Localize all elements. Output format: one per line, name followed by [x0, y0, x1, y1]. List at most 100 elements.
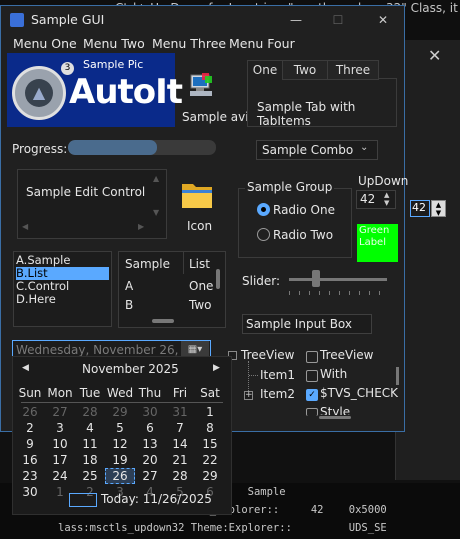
column-header[interactable]: Sample — [125, 257, 170, 271]
tree-check-item[interactable]: $TVS_CHECK — [320, 386, 398, 400]
calendar-day[interactable]: 22 — [195, 452, 225, 468]
calendar-day[interactable]: 28 — [75, 404, 105, 420]
slider-thumb[interactable] — [312, 270, 320, 287]
previous-month-icon[interactable]: ◀ — [22, 363, 29, 373]
sample-listview[interactable]: Sample List A One B Two — [118, 251, 226, 328]
tree-checkbox-checked[interactable]: ✓ — [306, 389, 318, 401]
sample-list[interactable]: A.Sample B.List C.Control D.Here — [13, 251, 112, 327]
day-of-week: Wed — [106, 386, 134, 400]
radio-one-dot — [261, 207, 266, 212]
calendar-popup: ◀ November 2025 ▶ Sun Mon Tue Wed Thu Fr… — [12, 356, 232, 515]
calendar-day[interactable]: 9 — [15, 436, 45, 452]
calendar-day[interactable]: 20 — [135, 452, 165, 468]
calendar-day[interactable]: 27 — [135, 468, 165, 484]
calendar-day[interactable]: 26 — [15, 404, 45, 420]
day-of-week: Tue — [79, 386, 101, 400]
tree-check-item[interactable]: With — [320, 367, 347, 381]
sample-input-box[interactable]: Sample Input Box — [242, 314, 372, 334]
calendar-day[interactable]: 7 — [165, 420, 195, 436]
tree-root[interactable]: TreeView — [241, 348, 294, 362]
scroll-left-icon[interactable]: ◀ — [22, 222, 28, 231]
listview-cell[interactable]: B — [125, 298, 133, 312]
tree-check-item[interactable]: Style — [320, 405, 350, 415]
tree-check-item[interactable]: TreeView — [320, 348, 373, 362]
sample-combo[interactable]: Sample Combo ⌄ — [256, 140, 378, 160]
radio-one-label[interactable]: Radio One — [273, 203, 335, 217]
calendar-day[interactable]: 27 — [45, 404, 75, 420]
calendar-day[interactable]: 17 — [45, 452, 75, 468]
calendar-day[interactable]: 6 — [135, 420, 165, 436]
menu-one[interactable]: Menu One — [13, 36, 77, 51]
calendar-day[interactable]: 1 — [195, 404, 225, 420]
tab-three[interactable]: Three — [327, 60, 379, 80]
calendar-day[interactable]: 12 — [105, 436, 135, 452]
listview-cell[interactable]: A — [125, 279, 133, 293]
listview-cell[interactable]: One — [189, 279, 213, 293]
calendar-day[interactable]: 8 — [195, 420, 225, 436]
calendar-day[interactable]: 3 — [45, 420, 75, 436]
tree-item[interactable]: Item1 — [260, 368, 295, 382]
next-month-icon[interactable]: ▶ — [213, 363, 220, 373]
vertical-scrollbar[interactable] — [396, 367, 399, 385]
background-close-icon[interactable]: ✕ — [428, 46, 441, 65]
listview-cell[interactable]: Two — [189, 298, 212, 312]
menu-four[interactable]: Menu Four — [229, 36, 295, 51]
calendar-day[interactable]: 23 — [15, 468, 45, 484]
calendar-day[interactable]: 13 — [135, 436, 165, 452]
title-bar[interactable]: Sample GUI — ☐ ✕ — [1, 6, 404, 34]
calendar-month-title[interactable]: November 2025 — [82, 362, 179, 376]
progress-label: Progress: — [12, 142, 68, 156]
background-stepper-arrows[interactable]: ▲ ▼ — [431, 200, 446, 217]
calendar-day[interactable]: 16 — [15, 452, 45, 468]
calendar-day[interactable]: 31 — [165, 404, 195, 420]
tree-checkbox[interactable] — [306, 370, 318, 382]
chevron-down-icon[interactable]: ⌄ — [360, 142, 368, 153]
horizontal-scrollbar[interactable] — [319, 416, 351, 419]
updown-arrows[interactable]: ▲ ▼ — [384, 191, 389, 207]
updown-input[interactable]: 42 ▲ ▼ — [356, 190, 396, 209]
menu-three[interactable]: Menu Three — [152, 36, 226, 51]
calendar-day[interactable]: 2 — [15, 420, 45, 436]
tree-item[interactable]: Item2 — [260, 387, 295, 401]
sample-group — [238, 188, 352, 258]
calendar-day[interactable]: 18 — [75, 452, 105, 468]
calendar-day[interactable]: 10 — [45, 436, 75, 452]
today-link[interactable]: Today: 11/26/2025 — [101, 492, 212, 506]
calendar-day[interactable]: 11 — [75, 436, 105, 452]
calendar-day[interactable]: 21 — [165, 452, 195, 468]
maximize-button[interactable]: ☐ — [323, 9, 353, 31]
close-button[interactable]: ✕ — [368, 9, 398, 31]
radio-two-label[interactable]: Radio Two — [273, 228, 333, 242]
day-of-week: Thu — [138, 386, 162, 400]
calendar-day[interactable]: 24 — [45, 468, 75, 484]
radio-two[interactable] — [257, 228, 270, 241]
calendar-day[interactable]: 28 — [165, 468, 195, 484]
column-header[interactable]: List — [189, 257, 210, 271]
scroll-right-icon[interactable]: ▶ — [138, 222, 144, 231]
tab-two[interactable]: Two — [282, 60, 328, 80]
scroll-down-icon[interactable]: ▼ — [153, 208, 159, 217]
minimize-button[interactable]: — — [281, 9, 311, 31]
calendar-day[interactable]: 4 — [75, 420, 105, 436]
calendar-day[interactable]: 19 — [105, 452, 135, 468]
calendar-day[interactable]: 29 — [195, 468, 225, 484]
calendar-day[interactable]: 30 — [15, 484, 45, 500]
calendar-day[interactable]: 14 — [165, 436, 195, 452]
sample-edit-control[interactable]: Sample Edit Control ▲ ▼ ◀ ▶ — [17, 169, 167, 239]
tab-one[interactable]: One — [247, 60, 283, 80]
calendar-day[interactable]: 29 — [105, 404, 135, 420]
calendar-day[interactable]: 5 — [105, 420, 135, 436]
menu-two[interactable]: Menu Two — [83, 36, 145, 51]
vertical-scrollbar[interactable] — [216, 269, 220, 289]
tree-checkbox[interactable] — [306, 351, 318, 363]
calendar-day[interactable]: 25 — [75, 468, 105, 484]
slider-track[interactable] — [289, 278, 387, 281]
list-item[interactable]: D.Here — [16, 293, 109, 306]
calendar-day[interactable]: 15 — [195, 436, 225, 452]
calendar-day[interactable]: 26 — [105, 468, 135, 484]
horizontal-scrollbar[interactable] — [152, 319, 174, 323]
calendar-day[interactable]: 30 — [135, 404, 165, 420]
tree-expand-plus-icon[interactable]: + — [244, 391, 253, 400]
tree-checkbox[interactable] — [306, 408, 318, 416]
scroll-up-icon[interactable]: ▲ — [153, 174, 159, 183]
